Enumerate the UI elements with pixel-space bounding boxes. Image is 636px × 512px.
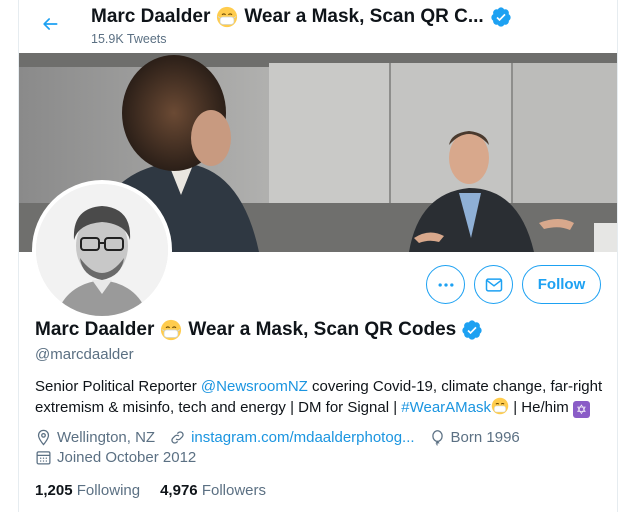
profile-joined-row: Joined October 2012 — [35, 449, 196, 466]
mask-emoji-icon — [161, 319, 182, 341]
profile-meta-row: Wellington, NZ instagram.com/mdaalderpho… — [35, 429, 520, 446]
website-item[interactable]: instagram.com/mdaalderphotog... — [169, 429, 415, 446]
frame-border-right — [617, 0, 618, 512]
back-arrow-icon — [43, 18, 58, 30]
follow-button[interactable]: Follow — [522, 265, 601, 304]
tweet-count: 15.9K Tweets — [91, 32, 167, 46]
mask-emoji-icon — [491, 397, 509, 415]
star-of-david-icon: ✡ — [572, 401, 590, 418]
location-item: Wellington, NZ — [35, 429, 155, 446]
verified-badge-icon — [462, 320, 482, 340]
link-icon — [171, 431, 184, 444]
display-name-rest: Wear a Mask, Scan QR Codes — [188, 319, 457, 340]
balloon-icon — [431, 430, 443, 446]
calendar-icon — [36, 451, 51, 465]
profile-avatar[interactable] — [32, 180, 172, 320]
profile-name: Marc Daalder Wear a Mask, Scan QR Codes — [35, 319, 483, 341]
joined-item: Joined October 2012 — [35, 449, 196, 466]
profile-header: Marc Daalder Wear a Mask, Scan QR C... 1… — [19, 0, 617, 53]
location-icon — [37, 429, 50, 446]
followers-stat[interactable]: 4,976 Followers — [160, 482, 266, 499]
display-name: Marc Daalder — [35, 319, 155, 340]
profile-handle: @marcdaalder — [35, 346, 134, 363]
mask-emoji-icon — [217, 6, 238, 28]
header-name: Marc Daalder — [91, 6, 211, 27]
header-title: Marc Daalder Wear a Mask, Scan QR C... — [91, 6, 512, 28]
mail-icon — [485, 277, 502, 292]
more-options-button[interactable] — [426, 265, 465, 304]
followers-label: Followers — [201, 482, 266, 499]
follow-stats: 1,205 Following 4,976 Followers — [35, 482, 286, 499]
back-button[interactable] — [35, 9, 65, 39]
header-name-rest: Wear a Mask, Scan QR C... — [244, 6, 484, 27]
birthday-item: Born 1996 — [429, 429, 520, 446]
location-text: Wellington, NZ — [57, 429, 156, 446]
following-count: 1,205 — [35, 482, 73, 499]
bio-hashtag-link[interactable]: #WearAMask — [401, 399, 491, 416]
bio-text-1: Senior Political Reporter — [35, 378, 201, 395]
message-button[interactable] — [474, 265, 513, 304]
following-stat[interactable]: 1,205 Following — [35, 482, 140, 499]
followers-count: 4,976 — [160, 482, 198, 499]
website-link[interactable]: instagram.com/mdaalderphotog... — [191, 429, 414, 446]
more-icon — [438, 282, 453, 287]
following-label: Following — [76, 482, 141, 499]
born-text: Born 1996 — [450, 429, 520, 446]
bio-mention-link[interactable]: @NewsroomNZ — [201, 378, 308, 395]
profile-bio: Senior Political Reporter @NewsroomNZ co… — [35, 376, 610, 418]
verified-badge-icon — [491, 7, 511, 27]
bio-text-3: | He/him — [509, 399, 573, 416]
joined-text: Joined October 2012 — [57, 449, 197, 466]
